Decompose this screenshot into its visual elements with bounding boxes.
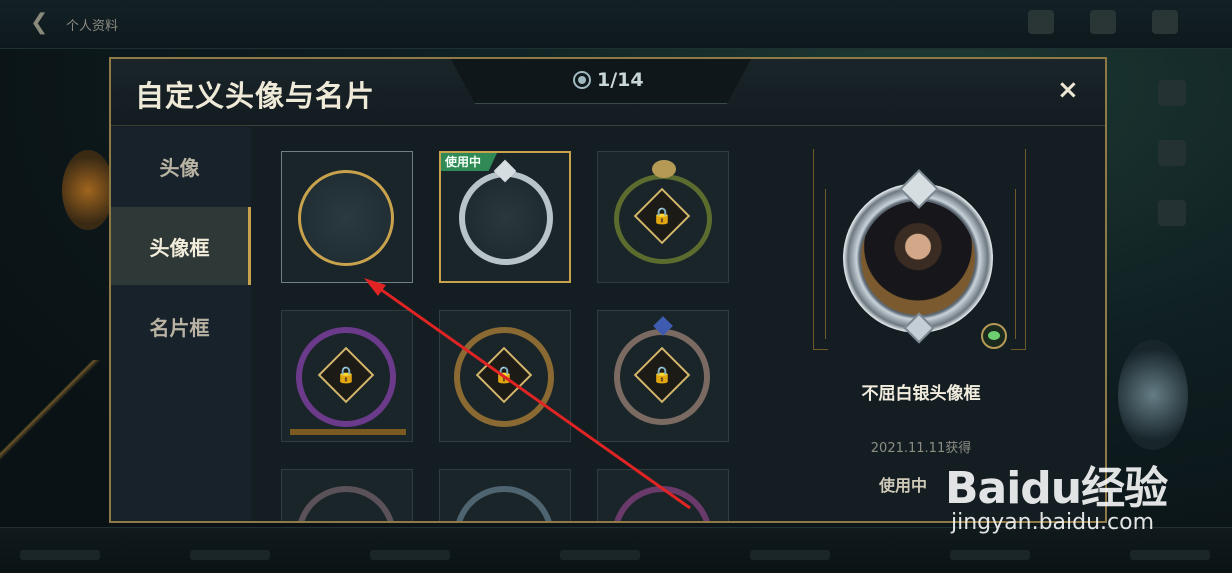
- collection-count: 1/14: [597, 69, 644, 91]
- frame-tile-row3-2[interactable]: [439, 469, 571, 521]
- watermark-logo: Baidu经验: [945, 463, 1168, 514]
- frame-tile-bronze[interactable]: 🔒: [439, 310, 571, 442]
- default-frame-ring: [298, 170, 394, 266]
- background-side-icon: [1158, 140, 1186, 166]
- preview-frame-name: 不屈白银头像框: [861, 384, 981, 404]
- back-icon[interactable]: ❮: [30, 10, 48, 35]
- frame-tile-default[interactable]: [281, 151, 413, 283]
- baidu-watermark: Baidu经验 jingyan.baidu.com: [945, 440, 1225, 550]
- sidebar-item-avatar-frame[interactable]: 头像框: [111, 207, 251, 285]
- preview-avatar-photo: [861, 201, 975, 315]
- sidebar-item-card-frame[interactable]: 名片框: [111, 287, 248, 365]
- dialog-header: 自定义头像与名片 1/14 ×: [111, 59, 1105, 126]
- category-sidebar: 头像 头像框 名片框: [111, 127, 251, 521]
- frame-tile-purple-horn[interactable]: 🔒: [281, 310, 413, 442]
- preview-deco-line: [825, 189, 836, 339]
- background-side-icon: [1158, 200, 1186, 226]
- wechat-icon: [981, 323, 1007, 349]
- collection-icon: [573, 71, 591, 89]
- row3-frame-ring: [454, 486, 554, 521]
- background-figure: [1118, 340, 1188, 450]
- background-decoration: [0, 360, 110, 480]
- background-avatar-orb: [62, 150, 114, 230]
- collection-counter: 1/14: [573, 69, 644, 91]
- preview-use-status[interactable]: 使用中: [879, 472, 927, 496]
- frame-tile-row3-3[interactable]: [597, 469, 729, 521]
- background-settings-icon: [1152, 10, 1178, 34]
- row3-frame-ring: [296, 486, 396, 521]
- background-title: 个人资料: [66, 19, 119, 34]
- frame-tile-row3-1[interactable]: [281, 469, 413, 521]
- row3-frame-ring: [612, 486, 712, 521]
- close-button[interactable]: ×: [1057, 77, 1079, 103]
- preview-avatar: [843, 169, 1007, 349]
- in-use-badge: 使用中: [441, 153, 498, 171]
- watermark-url: jingyan.baidu.com: [951, 510, 1155, 535]
- frame-tile-silver[interactable]: 使用中: [439, 151, 571, 283]
- wechat-icon: [652, 160, 676, 178]
- purple-frame-base: [290, 429, 406, 435]
- background-side-icon: [1158, 80, 1186, 106]
- background-top-bar: ❮ 个人资料: [0, 0, 1232, 49]
- preview-deco-line: [1005, 189, 1016, 339]
- frame-grid: 使用中 🔒 🔒 🔒 🔒: [251, 127, 741, 521]
- sidebar-item-avatar[interactable]: 头像: [111, 127, 248, 205]
- silver-frame-ring: [459, 171, 553, 265]
- background-menu-icon: [1028, 10, 1054, 34]
- frame-tile-gothic[interactable]: 🔒: [597, 310, 729, 442]
- frame-tile-wechat[interactable]: 🔒: [597, 151, 729, 283]
- dialog-title: 自定义头像与名片: [135, 79, 376, 113]
- background-mail-icon: [1090, 10, 1116, 34]
